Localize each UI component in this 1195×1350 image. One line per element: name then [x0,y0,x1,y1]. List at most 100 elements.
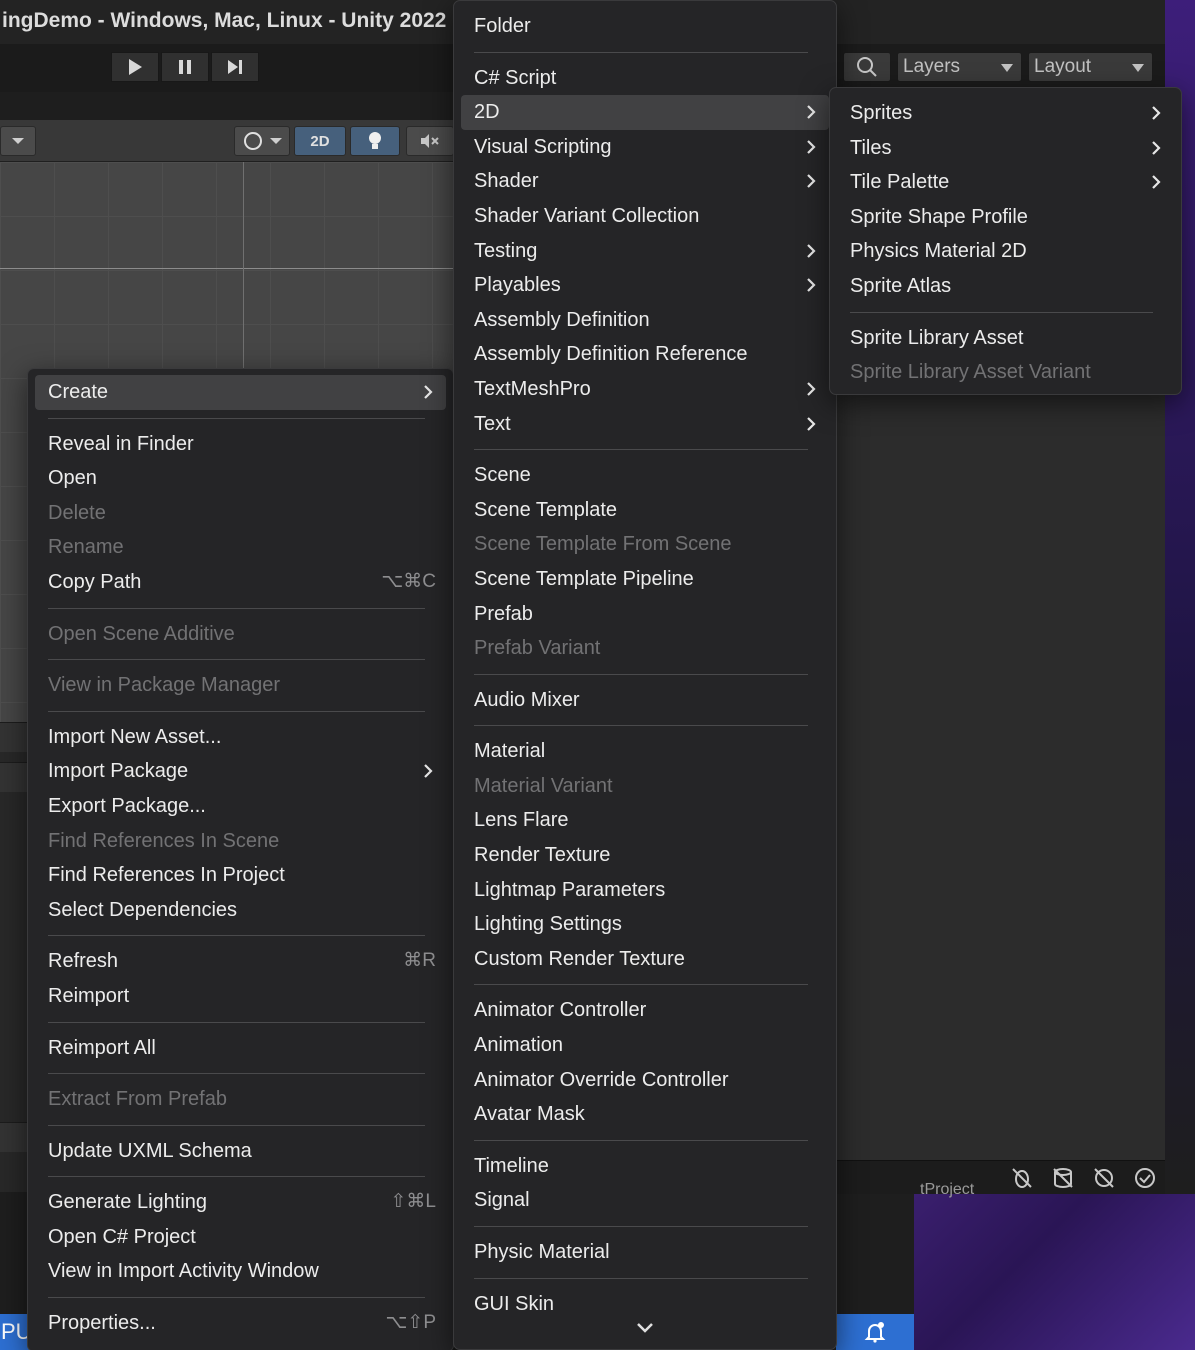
menu-item-open-c-project[interactable]: Open C# Project [35,1220,446,1255]
menu-item-label: Scene Template [474,498,618,521]
menu-item-reimport[interactable]: Reimport [35,979,446,1014]
pause-button[interactable] [161,52,209,82]
menu-item-animation[interactable]: Animation [461,1028,829,1063]
mode-2d-toggle[interactable]: 2D [294,126,346,156]
menu-item-animator-controller[interactable]: Animator Controller [461,993,829,1028]
menu-item-generate-lighting[interactable]: Generate Lighting ⇧⌘L [35,1185,446,1220]
menu-item-animator-override-controller[interactable]: Animator Override Controller [461,1063,829,1098]
menu-item-label: Rename [48,536,124,559]
menu-item-reveal-in-finder[interactable]: Reveal in Finder [35,427,446,462]
menu-separator [461,976,829,993]
menu-item-reimport-all[interactable]: Reimport All [35,1031,446,1066]
menu-item-lighting-settings[interactable]: Lighting Settings [461,907,829,942]
scene-axis-line [0,268,460,269]
panel-tab[interactable] [0,762,30,792]
network-icon[interactable] [1092,1166,1116,1190]
menu-item-sprite-shape-profile[interactable]: Sprite Shape Profile [837,200,1174,235]
menu-item-lightmap-parameters[interactable]: Lightmap Parameters [461,873,829,908]
gizmo-shading-dropdown[interactable] [234,126,290,156]
menu-item-physics-material-2d[interactable]: Physics Material 2D [837,234,1174,269]
menu-item-render-texture[interactable]: Render Texture [461,838,829,873]
menu-item-properties[interactable]: Properties... ⌥⇧P [35,1306,446,1341]
menu-separator [35,927,446,944]
menu-item-select-dependencies[interactable]: Select Dependencies [35,893,446,928]
menu-item-textmeshpro[interactable]: TextMeshPro [461,372,829,407]
menu-item-label: Material [474,740,546,763]
scroll-down-arrow[interactable] [454,1321,836,1341]
menu-item-timeline[interactable]: Timeline [461,1149,829,1184]
menu-item-2d[interactable]: 2D [461,95,829,130]
menu-item-gui-skin[interactable]: GUI Skin [461,1287,829,1322]
menu-item-label: TextMeshPro [474,377,591,400]
mode-2d-label: 2D [310,132,330,150]
menu-item-copy-path[interactable]: Copy Path ⌥⌘C [35,565,446,600]
menu-item-label: Assembly Definition [474,308,650,331]
layout-dropdown[interactable]: Layout [1028,52,1153,82]
menu-item-label: Physic Material [474,1241,610,1263]
desktop-background [914,1194,1195,1350]
menu-item-sprite-library-asset[interactable]: Sprite Library Asset [837,321,1174,356]
menu-item-import-new-asset[interactable]: Import New Asset... [35,720,446,755]
menu-item-label: Extract From Prefab [48,1088,227,1111]
menu-separator [35,1289,446,1306]
bell-icon [864,1322,886,1343]
menu-item-audio-mixer[interactable]: Audio Mixer [461,683,829,718]
menu-item-prefab[interactable]: Prefab [461,597,829,632]
notifications-button[interactable] [836,1314,914,1350]
menu-item-scene[interactable]: Scene [461,458,829,493]
panel-tab[interactable] [0,1122,30,1152]
play-button[interactable] [111,52,159,82]
menu-item-folder[interactable]: Folder [461,9,829,44]
menu-item-shader[interactable]: Shader [461,164,829,199]
audio-toggle[interactable] [406,126,454,156]
menu-item-label: Visual Scripting [474,135,612,158]
check-icon[interactable] [1133,1166,1157,1190]
menu-item-sprite-atlas[interactable]: Sprite Atlas [837,269,1174,304]
menu-item-playables[interactable]: Playables [461,268,829,303]
menu-item-label: GUI Skin [474,1292,555,1315]
menu-item-refresh[interactable]: Refresh ⌘R [35,944,446,979]
menu-item-label: Find References In Project [48,864,285,887]
menu-item-scene-template-from-scene: Scene Template From Scene [461,527,829,562]
step-button[interactable] [211,52,259,82]
menu-item-c-script[interactable]: C# Script [461,61,829,96]
chevron-right-icon [807,382,816,396]
menu-item-signal[interactable]: Signal [461,1183,829,1218]
search-button[interactable] [843,52,891,82]
menu-item-custom-render-texture[interactable]: Custom Render Texture [461,942,829,977]
panel-tab[interactable] [0,722,30,752]
menu-item-delete: Delete [35,496,446,531]
menu-item-label: Timeline [474,1154,549,1177]
menu-item-sprites[interactable]: Sprites [837,96,1174,131]
menu-item-update-uxml-schema[interactable]: Update UXML Schema [35,1134,446,1169]
bottom-left-tab[interactable]: PU [0,1314,30,1350]
menu-item-open[interactable]: Open [35,461,446,496]
menu-item-text[interactable]: Text [461,407,829,442]
menu-item-import-package[interactable]: Import Package [35,754,446,789]
menu-item-assembly-definition-reference[interactable]: Assembly Definition Reference [461,337,829,372]
menu-item-create[interactable]: Create [35,375,446,410]
menu-item-visual-scripting[interactable]: Visual Scripting [461,130,829,165]
chevron-right-icon [807,278,816,292]
menu-item-material[interactable]: Material [461,734,829,769]
lighting-toggle[interactable] [350,126,400,156]
menu-item-shader-variant-collection[interactable]: Shader Variant Collection [461,199,829,234]
menu-item-scene-template-pipeline[interactable]: Scene Template Pipeline [461,562,829,597]
menu-item-export-package[interactable]: Export Package... [35,789,446,824]
cache-icon[interactable] [1051,1166,1075,1190]
menu-item-lens-flare[interactable]: Lens Flare [461,803,829,838]
menu-item-physic-material[interactable]: Physic Material [461,1235,829,1270]
tool-dropdown[interactable] [0,126,36,156]
menu-item-scene-template[interactable]: Scene Template [461,493,829,528]
menu-item-label: View in Import Activity Window [48,1260,319,1283]
menu-item-find-references-in-project[interactable]: Find References In Project [35,858,446,893]
menu-item-testing[interactable]: Testing [461,234,829,269]
menu-item-tile-palette[interactable]: Tile Palette [837,165,1174,200]
menu-item-view-in-import-activity-window[interactable]: View in Import Activity Window [35,1254,446,1289]
layers-dropdown[interactable]: Layers [897,52,1022,82]
menu-separator [461,441,829,458]
menu-item-tiles[interactable]: Tiles [837,131,1174,166]
menu-item-avatar-mask[interactable]: Avatar Mask [461,1097,829,1132]
menu-item-assembly-definition[interactable]: Assembly Definition [461,303,829,338]
debug-icon[interactable] [1010,1166,1034,1190]
